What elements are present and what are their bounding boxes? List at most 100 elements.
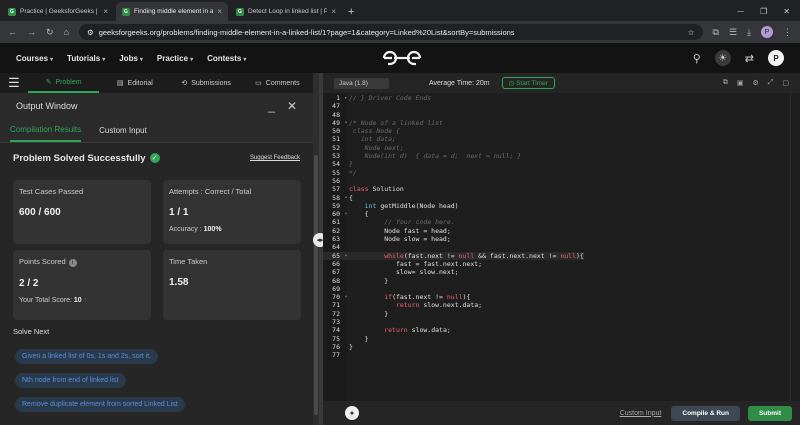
- code-line[interactable]: 49 ▾/* Node of a linked list: [323, 119, 584, 127]
- code-line[interactable]: 68 }: [323, 277, 584, 285]
- info-icon[interactable]: i: [68, 259, 77, 267]
- close-tab-icon[interactable]: ×: [331, 7, 336, 16]
- code-line[interactable]: 55 */: [323, 169, 584, 177]
- theme-toggle-icon[interactable]: ☀: [714, 50, 731, 66]
- editor-scrollbar[interactable]: [790, 93, 800, 401]
- code-line[interactable]: 50 class Node {: [323, 127, 584, 135]
- expand-icon[interactable]: ▢: [782, 79, 789, 87]
- maximize-icon[interactable]: ❐: [760, 7, 767, 16]
- line-number: 55: [332, 168, 340, 177]
- code-line[interactable]: 72 }: [323, 310, 584, 318]
- fullscreen-icon[interactable]: ⤢: [768, 79, 774, 87]
- close-tab-icon[interactable]: ×: [103, 7, 108, 16]
- suggestion-link[interactable]: Nth node from end of linked list: [15, 373, 126, 388]
- bookmark-star-icon[interactable]: ☆: [688, 28, 695, 37]
- minimize-output-icon[interactable]: _: [268, 99, 275, 113]
- user-avatar[interactable]: P: [768, 50, 784, 66]
- new-tab-button[interactable]: +: [348, 2, 354, 21]
- download-icon[interactable]: ⤓: [747, 27, 751, 38]
- submit-button[interactable]: Submit: [747, 405, 792, 421]
- code-line[interactable]: 60 ▾ {: [323, 210, 584, 218]
- settings-icon[interactable]: ⚙: [752, 79, 758, 87]
- back-icon[interactable]: ←: [8, 27, 17, 37]
- close-tab-icon[interactable]: ×: [217, 7, 222, 16]
- line-number: 58: [332, 193, 340, 202]
- scrollbar-thumb[interactable]: [314, 155, 318, 415]
- tab-custom-input[interactable]: Custom Input: [99, 126, 147, 135]
- code-line[interactable]: 61 // Your code here.: [323, 218, 584, 226]
- nav-jobs[interactable]: Jobs ▾: [119, 54, 143, 63]
- tab-problem[interactable]: ✎ Problem: [28, 73, 100, 93]
- close-window-icon[interactable]: ✕: [783, 7, 790, 16]
- browser-tab-detect-loop[interactable]: G Detect Loop in linked list | Prac ×: [230, 2, 342, 21]
- tab-editorial[interactable]: ▤ Editorial: [99, 73, 170, 93]
- address-bar-row: ← → ↻ ⌂ ⚙ geeksforgeeks.org/problems/fin…: [0, 21, 800, 43]
- copy-icon[interactable]: ⧉: [723, 79, 728, 87]
- reload-icon[interactable]: ↻: [46, 27, 54, 38]
- code-line[interactable]: 70 ▾ if(fast.next != null){: [323, 293, 584, 301]
- status-text: Problem Solved Successfully: [13, 152, 146, 164]
- browser-tab-practice[interactable]: G Practice | GeeksforGeeks | A co ×: [2, 2, 114, 21]
- code-line[interactable]: 76}: [323, 343, 584, 351]
- code-line[interactable]: 51 int data;: [323, 135, 584, 143]
- minimize-icon[interactable]: —: [737, 8, 744, 15]
- nav-practice[interactable]: Practice ▾: [157, 54, 193, 63]
- extensions-icon[interactable]: ⧉: [713, 27, 719, 38]
- site-info-icon[interactable]: ⚙: [87, 28, 94, 37]
- custom-input-link[interactable]: Custom Input: [620, 410, 662, 417]
- code-line[interactable]: 75 }: [323, 335, 584, 343]
- browser-tab-middle-element[interactable]: G Finding middle element in a link ×: [116, 2, 228, 21]
- gfg-logo[interactable]: [380, 49, 424, 67]
- code-line[interactable]: 66 fast = fast.next.next;: [323, 260, 584, 268]
- code-line[interactable]: 56: [323, 177, 584, 185]
- accuracy-text: Accuracy : 100%: [169, 226, 222, 233]
- language-select[interactable]: Java (1.8): [334, 77, 389, 89]
- browser-profile-avatar[interactable]: P: [761, 26, 773, 38]
- home-icon[interactable]: ⌂: [64, 27, 69, 37]
- code-line[interactable]: 65 ▾ while(fast.next != null && fast.next…: [323, 251, 584, 260]
- test-cases-card: Test Cases Passed 600 / 600: [13, 180, 151, 244]
- code-line[interactable]: 71 return slow.next.data;: [323, 301, 584, 309]
- url-field[interactable]: ⚙ geeksforgeeks.org/problems/finding-mid…: [78, 24, 703, 40]
- start-timer-button[interactable]: ◷ Start Timer: [501, 77, 555, 89]
- code-line[interactable]: 1 ▸// } Driver Code Ends: [323, 94, 584, 102]
- code-line[interactable]: 69: [323, 285, 584, 293]
- nav-tutorials[interactable]: Tutorials ▾: [67, 54, 105, 63]
- code-lines: 1 ▸// } Driver Code Ends 47 48 49 ▾/* Node of…: [323, 94, 584, 360]
- close-output-icon[interactable]: ✕: [287, 99, 297, 113]
- code-line[interactable]: 74 return slow.data;: [323, 326, 584, 334]
- code-line[interactable]: 57 class Solution: [323, 185, 584, 193]
- code-line[interactable]: 77: [323, 351, 584, 359]
- tab-comments[interactable]: ▭ Comments: [242, 73, 313, 93]
- code-line[interactable]: 64: [323, 243, 584, 251]
- code-line[interactable]: 73: [323, 318, 584, 326]
- nav-courses[interactable]: Courses ▾: [16, 54, 53, 63]
- code-line[interactable]: 67 slow= slow.next;: [323, 268, 584, 276]
- code-editor[interactable]: 1 ▸// } Driver Code Ends 47 48 49 ▾/* Node of…: [323, 93, 800, 401]
- code-line[interactable]: 54}: [323, 160, 584, 168]
- reset-icon[interactable]: ▣: [737, 79, 744, 87]
- suggestion-link[interactable]: Given a linked list of 0s, 1s and 2s, so…: [15, 349, 159, 364]
- nav-contests[interactable]: Contests ▾: [207, 54, 246, 63]
- compile-run-button[interactable]: Compile & Run: [671, 405, 740, 421]
- translate-icon[interactable]: ⇄: [745, 52, 754, 65]
- tab-submissions[interactable]: ⟲ Submissions: [171, 73, 242, 93]
- suggest-feedback-link[interactable]: Suggest Feedback: [250, 155, 300, 161]
- reading-list-icon[interactable]: ☰: [729, 27, 737, 38]
- code-line[interactable]: 59 int getMiddle(Node head): [323, 202, 584, 210]
- hamburger-menu-icon[interactable]: ☰: [0, 75, 28, 91]
- code-line[interactable]: 62 Node fast = head;: [323, 227, 584, 235]
- suggestion-link[interactable]: Remove duplicate element from sorted Lin…: [15, 397, 185, 412]
- code-line[interactable]: 47: [323, 102, 584, 110]
- code-line[interactable]: 48: [323, 111, 584, 119]
- code-line[interactable]: 58 ▾{: [323, 194, 584, 202]
- browser-menu-icon[interactable]: ⋮: [783, 27, 792, 38]
- lightbulb-icon[interactable]: ✦: [345, 406, 359, 420]
- search-icon[interactable]: ⚲: [693, 52, 701, 65]
- code-line[interactable]: 52 Node next;: [323, 144, 584, 152]
- code-line[interactable]: 63 Node slow = head;: [323, 235, 584, 243]
- forward-icon[interactable]: →: [27, 27, 36, 37]
- code-line[interactable]: 53 Node(int d) { data = d; next = null; …: [323, 152, 584, 160]
- tab-compilation-results[interactable]: Compilation Results: [10, 119, 82, 142]
- line-number: 76: [332, 342, 340, 351]
